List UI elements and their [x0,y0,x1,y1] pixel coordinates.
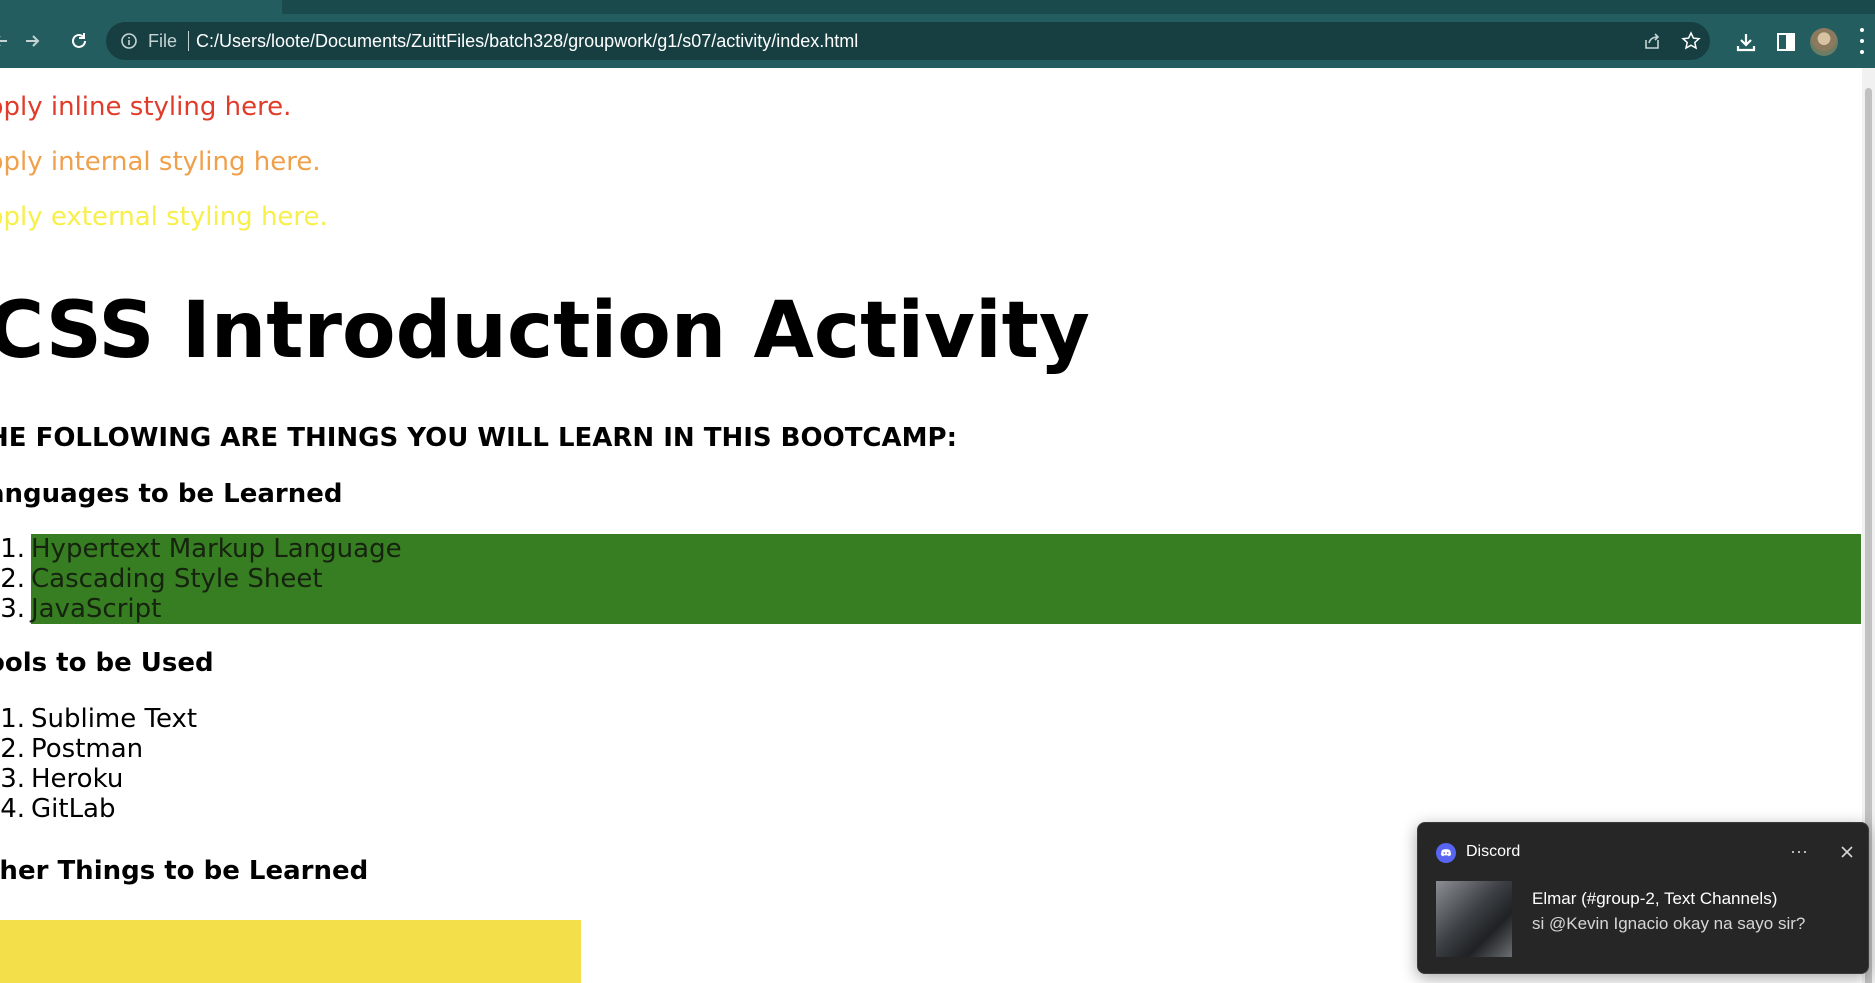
list-number: 1. [0,534,25,564]
close-icon [1841,846,1853,858]
list-number: 4. [0,794,25,824]
list-number: 2. [0,564,25,594]
share-icon[interactable] [1642,31,1662,51]
url-scheme-label: File [148,31,178,51]
info-icon[interactable] [120,32,138,50]
tools-list: 1. Sublime Text 2. Postman 3. Heroku 4. GitL… [0,704,631,824]
list-number: 1. [0,704,25,734]
tools-heading: ools to be Used [0,648,214,678]
internal-styling-paragraph: pply internal styling here. [0,147,321,177]
list-item-label: Cascading Style Sheet [31,564,323,594]
list-item: 3. Heroku [0,764,631,794]
bookmark-star-icon[interactable] [1681,31,1701,51]
notification-title: Elmar (#group-2, Text Channels) [1532,889,1778,908]
languages-list: 1. Hypertext Markup Language 2. Cascading … [0,534,1861,624]
reload-icon [72,33,86,48]
sender-avatar-image [1436,881,1512,957]
active-tab[interactable] [0,0,282,14]
list-item: 1. Hypertext Markup Language [0,534,1861,564]
forward-button[interactable] [13,22,51,60]
list-item-label: Postman [31,734,144,764]
download-icon[interactable] [1735,31,1757,53]
list-item: 2. Cascading Style Sheet [0,564,1861,594]
notification-message: si @Kevin Ignacio okay na sayo sir? [1532,914,1806,933]
browser-toolbar: File C:/Users/loote/Documents/ZuittFiles… [0,14,1875,68]
languages-heading: anguages to be Learned [0,479,343,509]
discord-icon [1436,843,1456,863]
tab-strip [0,0,1875,14]
scheme-separator [188,31,189,51]
list-number: 2. [0,734,25,764]
list-item: 1. Sublime Text [0,704,631,734]
other-things-block [0,920,581,983]
list-item-label: Hypertext Markup Language [31,534,402,564]
list-item-label: Heroku [31,764,124,794]
list-item-label: GitLab [31,794,116,824]
address-bar[interactable]: File C:/Users/loote/Documents/ZuittFiles… [106,22,1710,60]
external-styling-paragraph: pply external styling here. [0,202,328,232]
notification-app-name: Discord [1466,843,1521,860]
browser-menu-icon[interactable] [1858,28,1866,54]
list-item-label: Sublime Text [31,704,198,734]
list-item: 4. GitLab [0,794,631,824]
side-panel-icon[interactable] [1775,31,1797,53]
notification-close-button[interactable] [1832,837,1862,867]
list-item: 2. Postman [0,734,631,764]
list-number: 3. [0,764,25,794]
notification-more-button[interactable]: ··· [1782,837,1816,865]
inline-styling-paragraph: pply inline styling here. [0,92,292,122]
reload-button[interactable] [60,22,98,60]
arrow-left-icon [0,36,7,46]
list-item-label: JavaScript [31,594,162,624]
list-number: 3. [0,594,25,624]
list-item: 3. JavaScript [0,594,1861,624]
discord-notification[interactable]: Discord ··· Elmar (#group-2, Text Channe… [1417,822,1869,974]
bootcamp-subheading: HE FOLLOWING ARE THINGS YOU WILL LEARN I… [0,423,957,453]
page-title: CSS Introduction Activity [0,286,1090,376]
profile-avatar[interactable] [1810,28,1838,56]
other-things-heading: ther Things to be Learned [0,856,369,886]
url-text[interactable]: C:/Users/loote/Documents/ZuittFiles/batc… [196,31,858,52]
arrow-right-icon [26,35,40,47]
